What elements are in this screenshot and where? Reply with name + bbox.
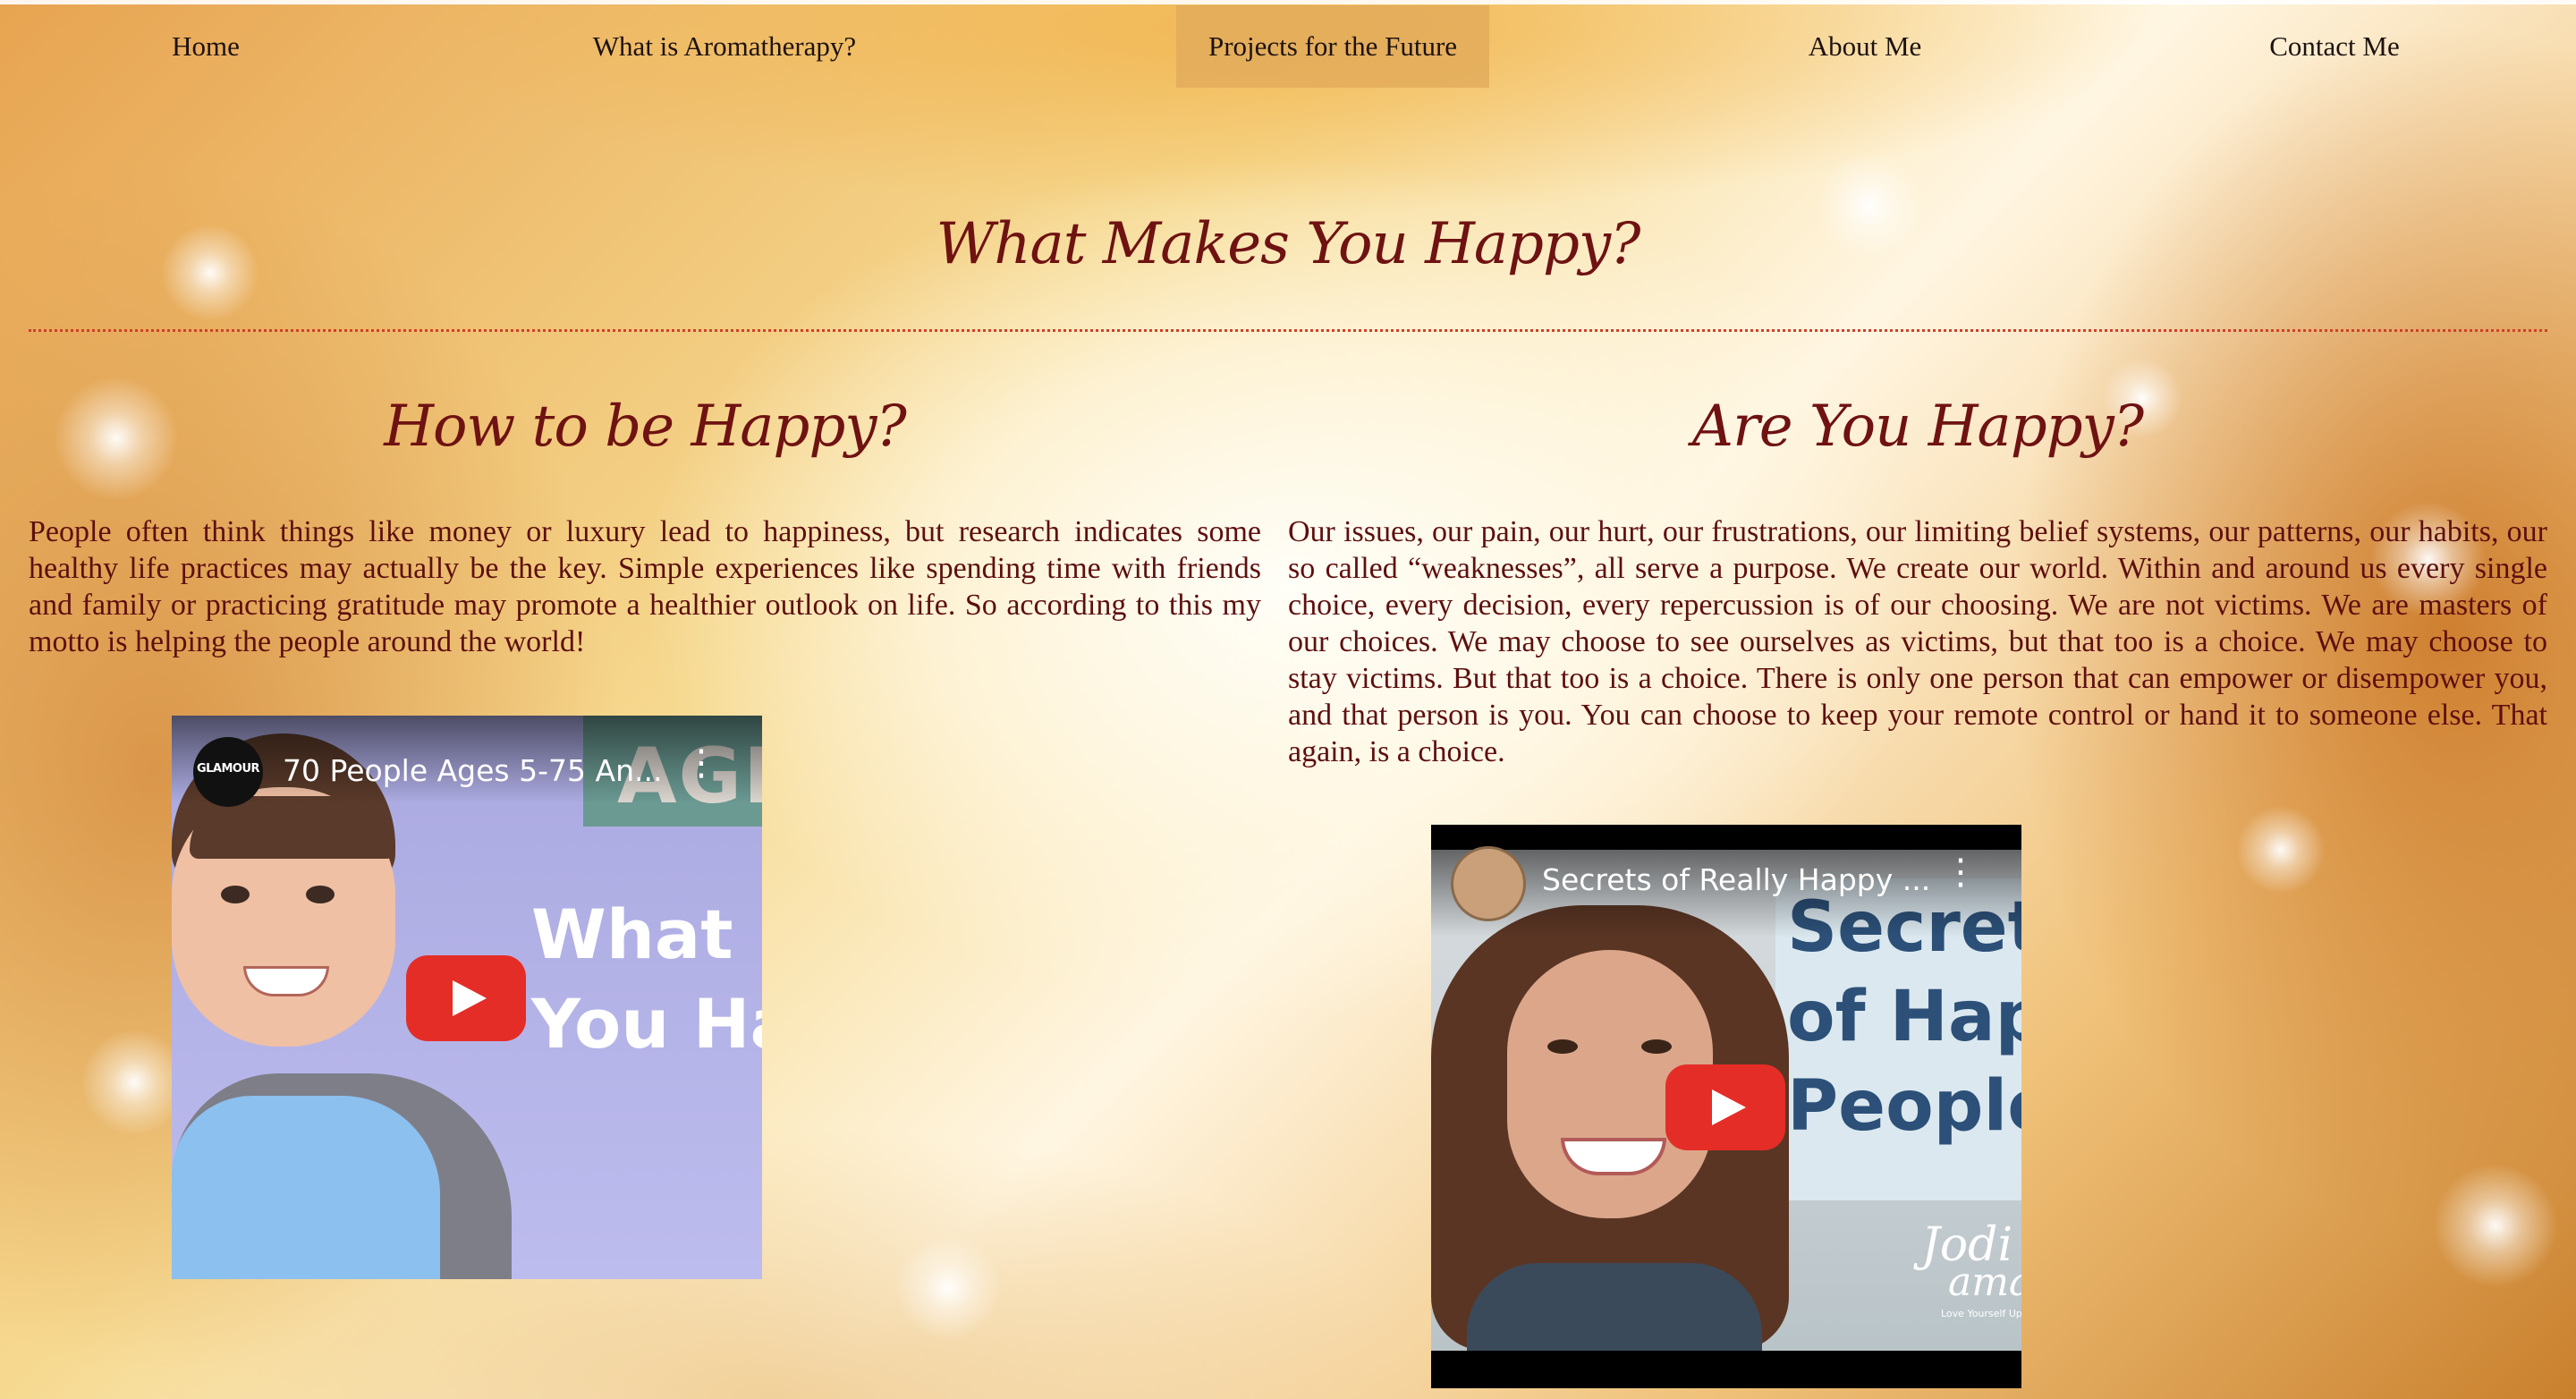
nav-home[interactable]: Home: [107, 5, 304, 88]
right-paragraph: Our issues, our pain, our hurt, our frus…: [1288, 515, 2547, 768]
thumb-text-top: What M: [531, 895, 762, 974]
video-title[interactable]: 70 People Ages 5-75 An...: [283, 753, 662, 788]
channel-avatar[interactable]: GLAMOUR: [193, 737, 263, 807]
video-title[interactable]: Secrets of Really Happy ...: [1542, 862, 1930, 897]
signature-tagline: Love Yourself Up: [1941, 1308, 2021, 1319]
right-heading: Are You Happy?: [1691, 394, 2144, 460]
thumb-text-2: of Happ: [1787, 977, 2021, 1057]
play-icon[interactable]: [1665, 1064, 1785, 1150]
channel-avatar[interactable]: [1451, 846, 1526, 921]
left-video-embed[interactable]: AGE What M You Ha GLAMOUR 70 People Ages…: [172, 716, 762, 1279]
play-icon[interactable]: [406, 955, 526, 1041]
more-options-icon[interactable]: ⋮: [683, 742, 719, 784]
page-title: What Makes You Happy?: [936, 211, 1641, 277]
nav-about-me[interactable]: About Me: [1744, 5, 1986, 88]
right-video-embed[interactable]: Secrets of Happ People Jodi aman Love Yo…: [1431, 825, 2021, 1388]
more-options-icon[interactable]: ⋮: [1943, 852, 1979, 893]
thumb-text-bottom: You Ha: [531, 984, 762, 1064]
left-paragraph: People often think things like money or …: [29, 515, 1261, 658]
signature-2: aman: [1948, 1259, 2021, 1305]
thumb-text-3: People: [1787, 1066, 2021, 1147]
sparkle: [2236, 805, 2326, 895]
main-nav: Home What is Aromatherapy? Projects for …: [0, 5, 2576, 88]
sparkle: [894, 1234, 1002, 1342]
nav-projects-for-the-future[interactable]: Projects for the Future: [1176, 5, 1489, 88]
channel-label: GLAMOUR: [196, 762, 260, 776]
sparkle: [2433, 1163, 2558, 1288]
top-border: [0, 0, 2576, 4]
left-heading: How to be Happy?: [384, 394, 907, 460]
nav-contact-me[interactable]: Contact Me: [2209, 5, 2460, 88]
nav-aromatherapy[interactable]: What is Aromatherapy?: [501, 5, 948, 88]
section-divider: [29, 329, 2547, 332]
